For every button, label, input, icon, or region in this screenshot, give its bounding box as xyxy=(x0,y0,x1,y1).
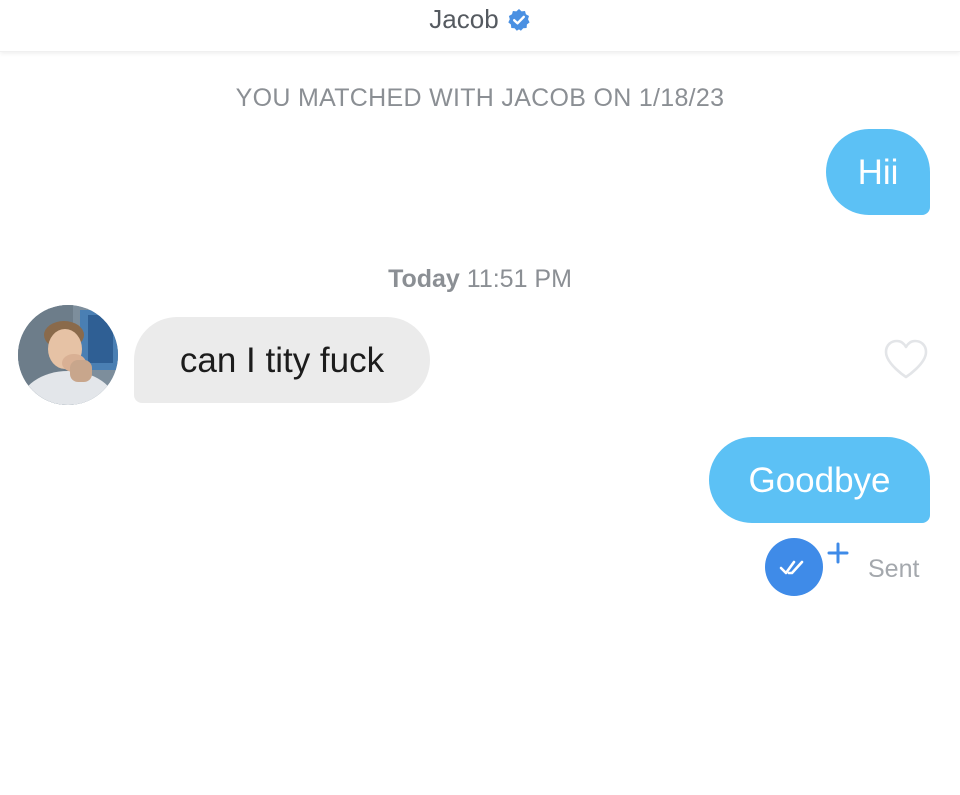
match-name: Jacob xyxy=(429,4,499,34)
match-date-notice: YOU MATCHED WITH JACOB ON 1/18/23 xyxy=(235,84,725,112)
message-text: Goodbye xyxy=(748,460,891,500)
message-outgoing[interactable]: Goodbye xyxy=(709,437,930,523)
message-status: Sent xyxy=(868,555,920,583)
match-avatar[interactable] xyxy=(18,305,118,405)
message-text: Hii xyxy=(857,152,899,192)
message-timestamp: Today 11:51 PM xyxy=(0,265,960,294)
message-text: can I tity fuck xyxy=(179,340,385,380)
timestamp-time: 11:51 PM xyxy=(466,265,572,293)
heart-outline-icon[interactable] xyxy=(882,337,930,381)
verified-badge-icon xyxy=(507,8,530,31)
avatar-photo xyxy=(18,305,118,405)
match-name-row[interactable]: Jacob xyxy=(0,4,960,35)
message-outgoing[interactable]: Hii xyxy=(826,129,930,215)
message-incoming[interactable]: can I tity fuck xyxy=(134,317,430,403)
read-receipt-plus-icon[interactable] xyxy=(765,538,853,598)
chat-header: Jacob xyxy=(0,0,960,52)
timestamp-day: Today xyxy=(388,265,460,293)
